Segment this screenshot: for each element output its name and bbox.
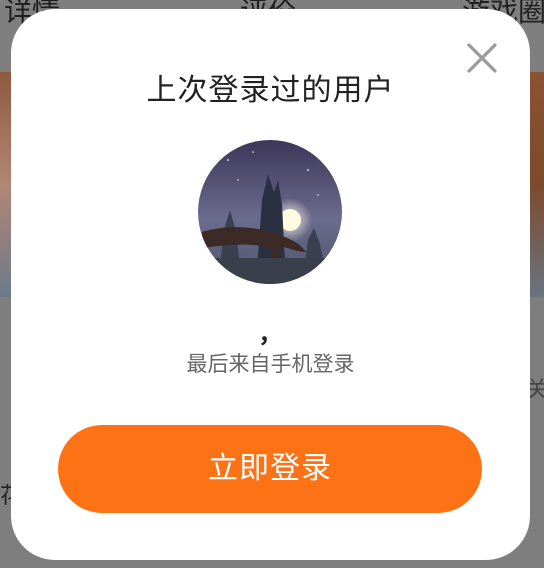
username: ，: [258, 320, 283, 348]
last-login-dialog: 上次登录过的用户 ， 最后来自手机登录 立即登录: [11, 9, 530, 560]
background-banner-edge-right: [530, 72, 544, 297]
login-button[interactable]: 立即登录: [58, 425, 482, 513]
screen: 详情 评价 游戏圈 花 关 上次登录过的用户: [0, 0, 544, 568]
dialog-title: 上次登录过的用户: [146, 73, 395, 108]
avatar-image: [198, 140, 342, 284]
avatar: [198, 140, 342, 284]
last-login-info: 最后来自手机登录: [186, 352, 355, 376]
